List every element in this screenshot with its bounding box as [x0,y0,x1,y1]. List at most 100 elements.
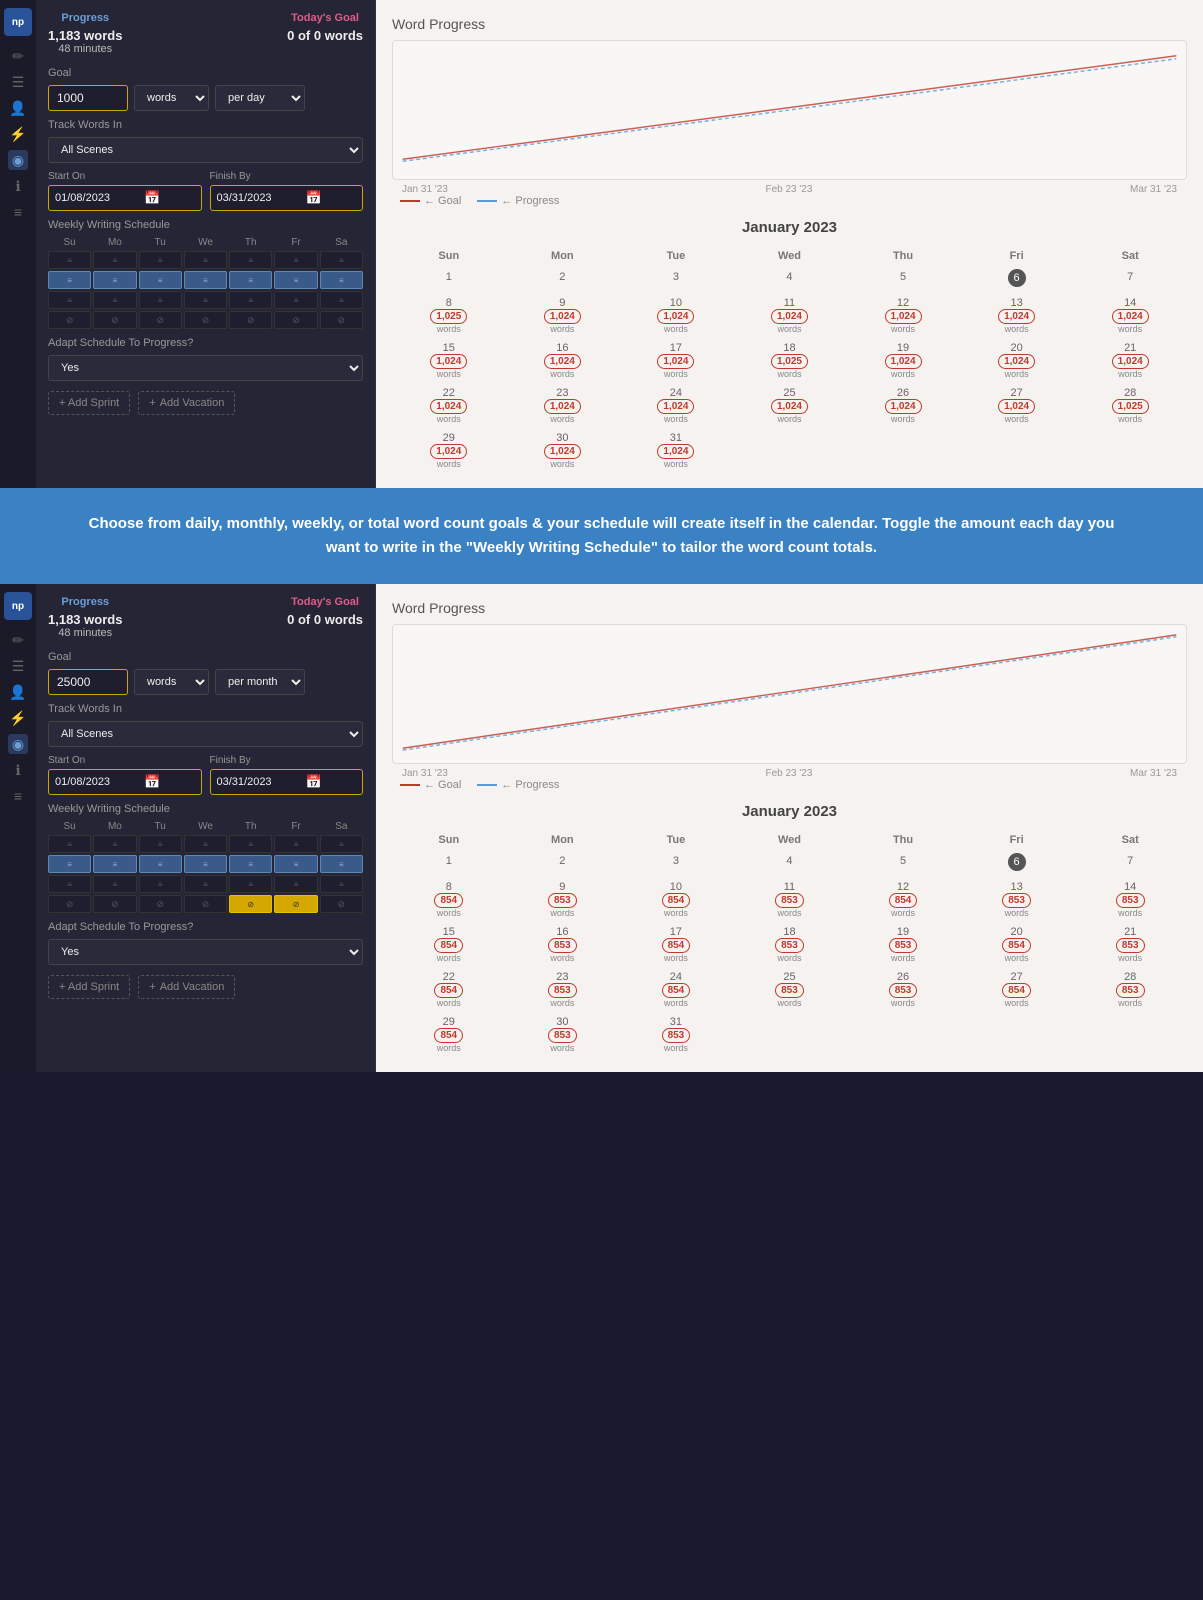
track-words-select-1[interactable]: All Scenes [48,137,363,163]
sched-th-disabled-1[interactable]: ⊘ [229,311,272,329]
add-vacation-button-2[interactable]: + Add Vacation [138,975,235,999]
sched-tu-top-1[interactable]: ≡ [139,251,182,269]
sched-fr-bot-1[interactable]: ≡ [274,291,317,309]
sidebar-icon-users[interactable]: 👤 [8,98,28,118]
sched-sa-bot-2[interactable]: ≡ [320,875,363,893]
sched-sa-mid-2[interactable]: ≡ [320,855,363,873]
sched-we-top-1[interactable]: ≡ [184,251,227,269]
sched-we-mid-2[interactable]: ≡ [184,855,227,873]
cal-words-2-5-cal-body-2: words [1005,953,1029,963]
sched-mo-mid-2[interactable]: ≡ [93,855,136,873]
sched-mo-disabled-1[interactable]: ⊘ [93,311,136,329]
sched-su-top-2[interactable]: ≡ [48,835,91,853]
cal-day-number-4-0-cal-body-2: 29 [443,1014,455,1028]
goal-input-1[interactable] [48,85,128,111]
adapt-select-2[interactable]: Yes No [48,939,363,965]
sched-tu-top-2[interactable]: ≡ [139,835,182,853]
sched-mo-mid-1[interactable]: ≡ [93,271,136,289]
finish-date-input-1[interactable] [217,192,302,204]
sched-fr-bot-2[interactable]: ≡ [274,875,317,893]
sched-th-bot-1[interactable]: ≡ [229,291,272,309]
sched-th-mid-1[interactable]: ≡ [229,271,272,289]
sched-fr-top-1[interactable]: ≡ [274,251,317,269]
sidebar-icon-goals[interactable]: ◉ [8,150,28,170]
sched-th-disabled-2[interactable]: ⊘ [229,895,272,913]
goal-period-select-2[interactable]: per day per week per month [215,669,305,695]
sched-su-disabled-1[interactable]: ⊘ [48,311,91,329]
sched-su-bot-1[interactable]: ≡ [48,291,91,309]
sidebar-icon-info-2[interactable]: ℹ [8,760,28,780]
cal-cell-inner-2-4-cal-body-1: 191,024words [847,340,959,379]
finish-cal-icon-2[interactable]: 📅 [306,774,322,790]
sidebar-icon-list[interactable]: ≡ [8,202,28,222]
sched-th-bot-2[interactable]: ≡ [229,875,272,893]
sched-th-top-1[interactable]: ≡ [229,251,272,269]
sched-mo-bot-2[interactable]: ≡ [93,875,136,893]
sidebar-icon-menu[interactable]: ☰ [8,72,28,92]
sched-mo-top-2[interactable]: ≡ [93,835,136,853]
sched-we-disabled-2[interactable]: ⊘ [184,895,227,913]
finish-date-input-2[interactable] [217,776,302,788]
sched-we-top-2[interactable]: ≡ [184,835,227,853]
sched-we-disabled-1[interactable]: ⊘ [184,311,227,329]
cal-words-3-3-cal-body-1: words [777,414,801,424]
goal-unit-select-2[interactable]: words [134,669,209,695]
sched-mo-disabled-2[interactable]: ⊘ [93,895,136,913]
goal-unit-select-1[interactable]: words [134,85,209,111]
sidebar-icon-edit-2[interactable]: ✏ [8,630,28,650]
finish-cal-icon-1[interactable]: 📅 [306,190,322,206]
sched-sa-top-1[interactable]: ≡ [320,251,363,269]
start-date-input-2[interactable] [55,776,140,788]
sched-fr-disabled-2[interactable]: ⊘ [274,895,317,913]
cal-cell-inner-1-4-cal-body-2: 12854words [847,879,959,918]
add-sprint-button-1[interactable]: + Add Sprint [48,391,130,415]
sched-su-top-1[interactable]: ≡ [48,251,91,269]
sched-sa-disabled-2[interactable]: ⊘ [320,895,363,913]
sched-fr-disabled-1[interactable]: ⊘ [274,311,317,329]
sidebar-icon-list-2[interactable]: ≡ [8,786,28,806]
sidebar-icon-edit[interactable]: ✏ [8,46,28,66]
sched-tu-mid-1[interactable]: ≡ [139,271,182,289]
cal-cell-inner-1-1-cal-body-2: 9853words [507,879,619,918]
track-words-select-2[interactable]: All Scenes [48,721,363,747]
sched-th-top-2[interactable]: ≡ [229,835,272,853]
sched-sa-bot-1[interactable]: ≡ [320,291,363,309]
sched-su-mid-2[interactable]: ≡ [48,855,91,873]
sched-su-bot-2[interactable]: ≡ [48,875,91,893]
sched-mo-top-1[interactable]: ≡ [93,251,136,269]
sched-fr-mid-1[interactable]: ≡ [274,271,317,289]
goal-input-2[interactable] [48,669,128,695]
add-vacation-button-1[interactable]: + Add Vacation [138,391,235,415]
sidebar-icon-users-2[interactable]: 👤 [8,682,28,702]
sched-we-bot-2[interactable]: ≡ [184,875,227,893]
sidebar-icon-menu-2[interactable]: ☰ [8,656,28,676]
start-cal-icon-2[interactable]: 📅 [144,774,160,790]
sched-sa-mid-1[interactable]: ≡ [320,271,363,289]
sched-tu-disabled-2[interactable]: ⊘ [139,895,182,913]
sched-sa-disabled-1[interactable]: ⊘ [320,311,363,329]
sched-fr-top-2[interactable]: ≡ [274,835,317,853]
cal-day-number-1-3-cal-body-1: 11 [784,295,795,309]
sched-tu-bot-2[interactable]: ≡ [139,875,182,893]
sidebar-icon-info[interactable]: ℹ [8,176,28,196]
sched-we-bot-1[interactable]: ≡ [184,291,227,309]
sidebar-icon-lightning-2[interactable]: ⚡ [8,708,28,728]
sched-tu-disabled-1[interactable]: ⊘ [139,311,182,329]
sched-we-mid-1[interactable]: ≡ [184,271,227,289]
add-sprint-button-2[interactable]: + Add Sprint [48,975,130,999]
sched-su-disabled-2[interactable]: ⊘ [48,895,91,913]
sched-mo-bot-1[interactable]: ≡ [93,291,136,309]
cal-words-1-0-cal-body-2: words [437,908,461,918]
adapt-select-1[interactable]: Yes No [48,355,363,381]
sched-tu-mid-2[interactable]: ≡ [139,855,182,873]
sidebar-icon-goals-2[interactable]: ◉ [8,734,28,754]
goal-period-select-1[interactable]: per day per week per month [215,85,305,111]
start-date-input-1[interactable] [55,192,140,204]
sched-th-mid-2[interactable]: ≡ [229,855,272,873]
sched-tu-bot-1[interactable]: ≡ [139,291,182,309]
sidebar-icon-lightning[interactable]: ⚡ [8,124,28,144]
start-cal-icon-1[interactable]: 📅 [144,190,160,206]
sched-fr-mid-2[interactable]: ≡ [274,855,317,873]
sched-sa-top-2[interactable]: ≡ [320,835,363,853]
sched-su-mid-1[interactable]: ≡ [48,271,91,289]
